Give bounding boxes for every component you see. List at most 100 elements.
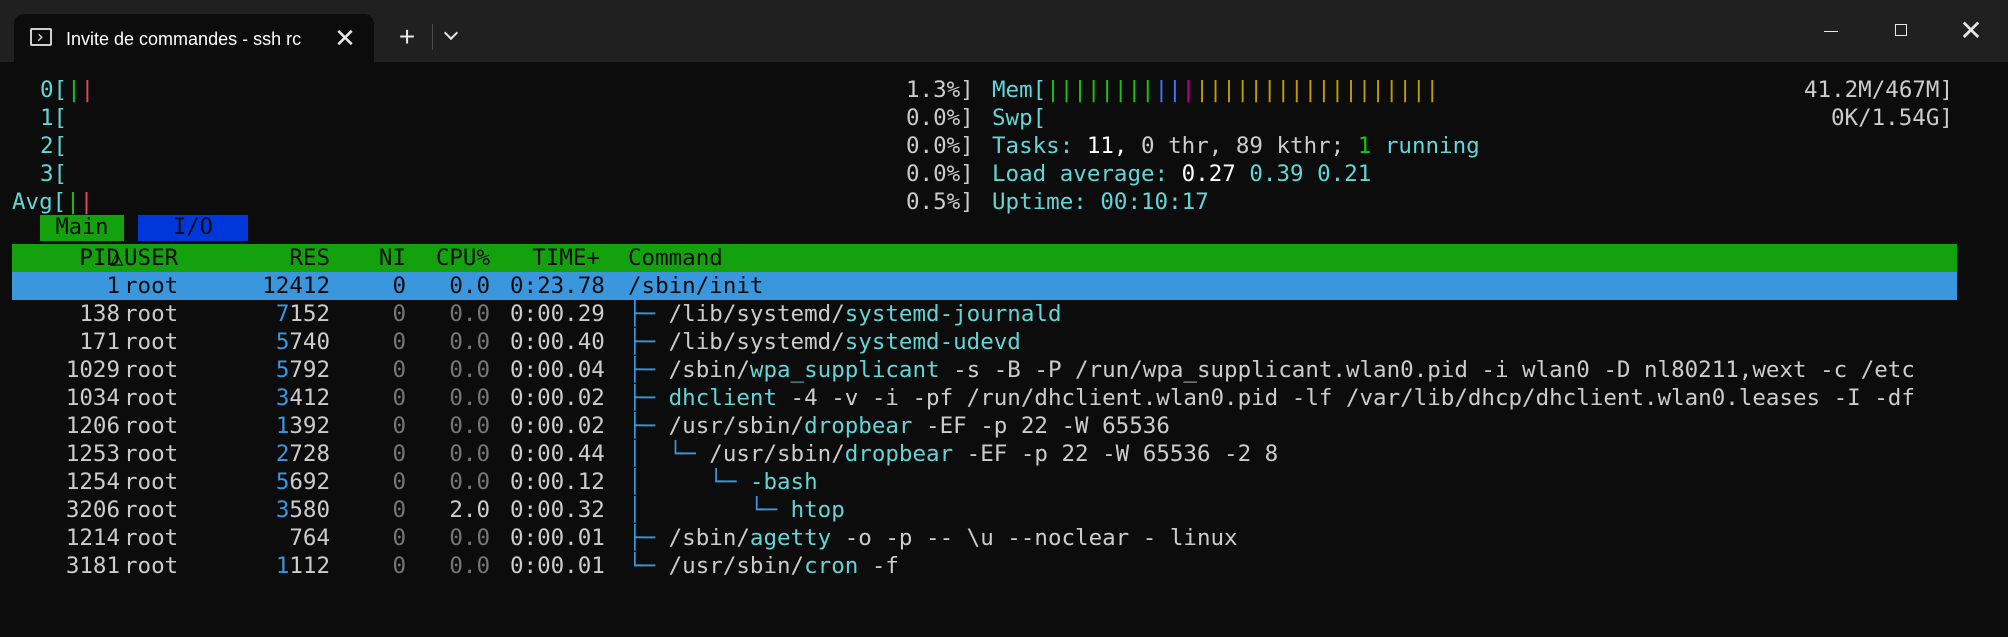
- process-time: 0:00.44: [510, 441, 605, 467]
- cpu-percent-avg: 0.5%]: [906, 189, 974, 215]
- process-cpu: 0.0: [449, 357, 490, 383]
- process-ni: 0: [392, 441, 406, 467]
- process-row[interactable]: 3181 root 1112 0 0.0 0:00.01 └─ /usr/sbin/cron…: [0, 552, 2008, 580]
- column-command[interactable]: Command: [628, 244, 723, 272]
- process-res: 3412: [275, 385, 330, 411]
- process-command: │ └─ -bash: [628, 469, 818, 495]
- uptime-line: Uptime: 00:10:17: [992, 189, 1209, 215]
- process-cpu: 0.0: [449, 301, 490, 327]
- process-time: 0:00.04: [510, 357, 605, 383]
- process-row[interactable]: 1 root 12412 0 0.0 0:23.78/sbin/init: [0, 272, 2008, 300]
- terminal-icon: [30, 28, 52, 46]
- process-cpu: 0.0: [449, 273, 490, 299]
- tab-io[interactable]: I/O: [138, 215, 248, 241]
- process-pid: 1: [106, 273, 120, 299]
- cpu-percent-3: 0.0%]: [906, 161, 974, 187]
- process-user: root: [124, 441, 179, 467]
- process-user: root: [124, 273, 179, 299]
- cpu-meter-2: 2[: [40, 133, 68, 159]
- column-user[interactable]: USER: [124, 244, 178, 272]
- process-cpu: 0.0: [449, 441, 490, 467]
- process-time: 0:23.78: [510, 273, 605, 299]
- process-row[interactable]: 3206 root 3580 0 2.0 0:00.32 │ └─ htop: [0, 496, 2008, 524]
- process-cpu: 0.0: [449, 385, 490, 411]
- process-command: │ └─ /usr/sbin/dropbear -EF -p 22 -W 655…: [628, 441, 1279, 467]
- process-res: 764: [289, 525, 330, 551]
- process-pid: 1029: [65, 357, 120, 383]
- process-time: 0:00.29: [510, 301, 605, 327]
- process-row[interactable]: 138 root 7152 0 0.0 0:00.29 ├─ /lib/systemd/sy…: [0, 300, 2008, 328]
- process-row[interactable]: 1034 root 3412 0 0.0 0:00.02 ├─ dhclient -4 -v…: [0, 384, 2008, 412]
- mem-value: 41.2M/467M]: [1804, 77, 1954, 103]
- process-command: ├─ /usr/sbin/dropbear -EF -p 22 -W 65536: [628, 413, 1170, 439]
- tab-title: Invite de commandes - ssh rc: [66, 29, 302, 49]
- close-window-button[interactable]: ✕: [1936, 0, 2006, 62]
- process-pid: 1206: [65, 413, 120, 439]
- process-cpu: 0.0: [449, 553, 490, 579]
- process-row[interactable]: 1206 root 1392 0 0.0 0:00.02 ├─ /usr/sbin/drop…: [0, 412, 2008, 440]
- tab-separator: [432, 24, 433, 50]
- close-tab-icon[interactable]: ✕: [330, 23, 360, 53]
- process-user: root: [124, 413, 179, 439]
- cpu-meter-0: 0[||: [40, 77, 95, 103]
- process-ni: 0: [392, 273, 406, 299]
- column-res[interactable]: RES: [250, 244, 330, 272]
- process-res: 3580: [275, 497, 330, 523]
- process-time: 0:00.40: [510, 329, 605, 355]
- terminal-tab[interactable]: Invite de commandes - ssh rc ✕: [14, 14, 374, 62]
- process-row[interactable]: 1253 root 2728 0 0.0 0:00.44 │ └─ /usr/sbin/dr…: [0, 440, 2008, 468]
- maximize-button[interactable]: [1866, 0, 1936, 62]
- process-res: 1112: [275, 553, 330, 579]
- process-res: 12412: [262, 273, 330, 299]
- process-cpu: 0.0: [449, 329, 490, 355]
- minimize-button[interactable]: [1796, 0, 1866, 62]
- swp-meter: Swp[: [992, 105, 1047, 131]
- process-ni: 0: [392, 301, 406, 327]
- process-ni: 0: [392, 553, 406, 579]
- process-command: ├─ /lib/systemd/systemd-journald: [628, 301, 1062, 327]
- process-res: 1392: [275, 413, 330, 439]
- swp-value: 0K/1.54G]: [1831, 105, 1953, 131]
- process-user: root: [124, 329, 179, 355]
- chevron-down-icon[interactable]: [440, 22, 464, 52]
- sort-arrow-icon: △: [110, 245, 124, 271]
- cpu-meter-3: 3[: [40, 161, 68, 187]
- cpu-meter-1: 1[: [40, 105, 68, 131]
- process-res: 5692: [275, 469, 330, 495]
- tasks-line: Tasks: 11, 0 thr, 89 kthr; 1 running: [992, 133, 1480, 159]
- process-pid: 1034: [65, 385, 120, 411]
- process-row[interactable]: 1254 root 5692 0 0.0 0:00.12 │ └─ -bash: [0, 468, 2008, 496]
- process-ni: 0: [392, 329, 406, 355]
- process-res: 7152: [275, 301, 330, 327]
- process-res: 2728: [275, 441, 330, 467]
- column-cpu[interactable]: CPU%: [420, 244, 490, 272]
- cpu-percent-2: 0.0%]: [906, 133, 974, 159]
- process-user: root: [124, 385, 179, 411]
- process-pid: 1253: [65, 441, 120, 467]
- process-command: ├─ /lib/systemd/systemd-udevd: [628, 329, 1021, 355]
- process-ni: 0: [392, 357, 406, 383]
- process-user: root: [124, 497, 179, 523]
- cpu-meter-avg: Avg[||: [12, 189, 94, 215]
- process-pid: 138: [79, 301, 120, 327]
- process-row[interactable]: 1214 root 764 0 0.0 0:00.01 ├─ /sbin/agetty -o…: [0, 524, 2008, 552]
- terminal-area[interactable]: 0[|| 1[ 2[ 3[ Avg[|| 1.3%] 0.0%] 0.0%] 0…: [0, 62, 2008, 637]
- process-cpu: 0.0: [449, 525, 490, 551]
- process-cpu: 0.0: [449, 469, 490, 495]
- process-pid: 171: [79, 329, 120, 355]
- process-row[interactable]: 171 root 5740 0 0.0 0:00.40 ├─ /lib/systemd/sy…: [0, 328, 2008, 356]
- process-time: 0:00.02: [510, 385, 605, 411]
- process-ni: 0: [392, 385, 406, 411]
- new-tab-button[interactable]: +: [392, 20, 422, 54]
- process-pid: 1214: [65, 525, 120, 551]
- process-user: root: [124, 469, 179, 495]
- process-row[interactable]: 1029 root 5792 0 0.0 0:00.04 ├─ /sbin/wpa_supp…: [0, 356, 2008, 384]
- column-time[interactable]: TIME+: [510, 244, 600, 272]
- process-time: 0:00.01: [510, 525, 605, 551]
- process-command: /sbin/init: [628, 273, 764, 299]
- tab-main[interactable]: Main: [40, 215, 124, 241]
- process-time: 0:00.32: [510, 497, 605, 523]
- process-user: root: [124, 301, 179, 327]
- mem-meter: Mem[|||||||||||||||||||||||||||||: [992, 77, 1440, 103]
- column-ni[interactable]: NI: [350, 244, 406, 272]
